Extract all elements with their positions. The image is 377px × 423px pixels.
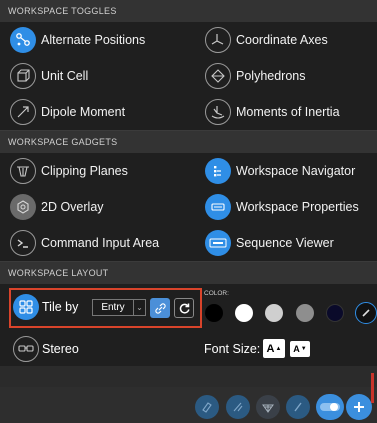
gadget-sequence-viewer[interactable]: Sequence Viewer bbox=[195, 225, 377, 261]
toggle-polyhedrons[interactable]: Polyhedrons bbox=[195, 58, 377, 94]
workspace-navigator-icon bbox=[205, 158, 231, 184]
toggle-label: Polyhedrons bbox=[236, 69, 306, 83]
swatch-white[interactable] bbox=[235, 304, 253, 322]
sequence-viewer-icon bbox=[205, 230, 231, 256]
font-size-label: Font Size: bbox=[204, 342, 261, 356]
toggles-grid: Alternate Positions Coordinate Axes Unit… bbox=[0, 22, 377, 130]
gadget-workspace-properties[interactable]: Workspace Properties bbox=[195, 189, 377, 225]
swatch-gray[interactable] bbox=[296, 304, 314, 322]
section-title-gadgets: WORKSPACE GADGETS bbox=[8, 137, 118, 147]
link-icon bbox=[154, 302, 166, 314]
color-picker-button[interactable] bbox=[355, 302, 377, 324]
toggle-unit-cell[interactable]: Unit Cell bbox=[0, 58, 195, 94]
toggle-alternate-positions[interactable]: Alternate Positions bbox=[0, 22, 195, 58]
toggle-label: Coordinate Axes bbox=[236, 33, 328, 47]
lasso-tool-button[interactable] bbox=[256, 395, 280, 419]
gadget-label: Workspace Navigator bbox=[236, 164, 356, 178]
pen-icon bbox=[233, 402, 243, 412]
section-header-toggles: WORKSPACE TOGGLES bbox=[0, 0, 377, 22]
command-input-icon bbox=[10, 230, 36, 256]
stereo-glasses-icon bbox=[18, 345, 34, 352]
toggle-label: Dipole Moment bbox=[41, 105, 126, 119]
refresh-icon bbox=[179, 303, 190, 313]
toggle-coordinate-axes[interactable]: Coordinate Axes bbox=[195, 22, 377, 58]
tile-by-toggle[interactable] bbox=[13, 294, 39, 320]
coordinate-axes-icon bbox=[205, 27, 231, 53]
visibility-toggle[interactable] bbox=[316, 394, 344, 420]
layout-row-tile: Tile by Entry ⌄ COLOR: bbox=[0, 284, 377, 332]
clipping-planes-icon bbox=[10, 158, 36, 184]
red-edge-marker bbox=[371, 373, 374, 403]
toggle-label: Alternate Positions bbox=[41, 33, 146, 47]
stereo-label: Stereo bbox=[42, 342, 79, 356]
marker-tool-button[interactable] bbox=[286, 395, 310, 419]
chevron-down-icon: ⌄ bbox=[133, 300, 145, 315]
toggle-label: Moments of Inertia bbox=[236, 105, 340, 119]
tile-grid-icon bbox=[19, 300, 33, 314]
lasso-icon bbox=[262, 404, 274, 413]
link-button[interactable] bbox=[150, 298, 170, 318]
eraser-icon bbox=[202, 402, 212, 413]
gadget-label: Sequence Viewer bbox=[236, 236, 334, 250]
caret-up-icon: ▲ bbox=[275, 345, 282, 352]
gadget-workspace-navigator[interactable]: Workspace Navigator bbox=[195, 153, 377, 189]
section-title-toggles: WORKSPACE TOGGLES bbox=[8, 6, 117, 16]
toggle-dipole-moment[interactable]: Dipole Moment bbox=[0, 94, 195, 130]
refresh-button[interactable] bbox=[174, 298, 194, 318]
pen-tool-button[interactable] bbox=[226, 395, 250, 419]
2d-overlay-icon bbox=[10, 194, 36, 220]
gadget-2d-overlay[interactable]: 2D Overlay bbox=[0, 189, 195, 225]
unit-cell-icon bbox=[10, 63, 36, 89]
layout-row-stereo: Stereo Font Size: A ▲ A ▼ bbox=[0, 332, 377, 366]
section-header-gadgets: WORKSPACE GADGETS bbox=[0, 130, 377, 153]
font-increase-button[interactable]: A ▲ bbox=[263, 339, 285, 358]
gadget-label: Command Input Area bbox=[41, 236, 160, 250]
swatch-light-gray[interactable] bbox=[265, 304, 283, 322]
pencil-icon bbox=[362, 309, 370, 317]
eraser-tool-button[interactable] bbox=[195, 395, 219, 419]
stereo-toggle[interactable] bbox=[13, 336, 39, 362]
toggle-moments-of-inertia[interactable]: Moments of Inertia bbox=[195, 94, 377, 130]
color-label: COLOR: bbox=[204, 290, 229, 297]
swatch-navy[interactable] bbox=[326, 304, 344, 322]
moments-of-inertia-icon bbox=[205, 99, 231, 125]
alternate-positions-icon bbox=[10, 27, 36, 53]
add-button[interactable] bbox=[346, 394, 372, 420]
gadgets-grid: Clipping Planes Workspace Navigator 2D O… bbox=[0, 153, 377, 261]
toggle-label: Unit Cell bbox=[41, 69, 89, 83]
polyhedrons-icon bbox=[205, 63, 231, 89]
gadget-label: Workspace Properties bbox=[236, 200, 359, 214]
tile-by-select-value: Entry bbox=[101, 302, 125, 313]
font-decrease-button[interactable]: A ▼ bbox=[290, 341, 310, 357]
tile-by-label: Tile by bbox=[42, 300, 79, 314]
swatch-black[interactable] bbox=[205, 304, 223, 322]
gadget-label: 2D Overlay bbox=[41, 200, 104, 214]
gadget-command-input-area[interactable]: Command Input Area bbox=[0, 225, 195, 261]
gadget-label: Clipping Planes bbox=[41, 164, 128, 178]
font-increase-label: A bbox=[266, 342, 275, 355]
gadget-clipping-planes[interactable]: Clipping Planes bbox=[0, 153, 195, 189]
dipole-moment-icon bbox=[10, 99, 36, 125]
section-header-layout: WORKSPACE LAYOUT bbox=[0, 261, 377, 284]
bottom-toolbar bbox=[0, 373, 377, 423]
section-title-layout: WORKSPACE LAYOUT bbox=[8, 268, 109, 278]
toggle-switch-icon bbox=[320, 403, 340, 411]
marker-icon bbox=[294, 402, 302, 412]
plus-icon bbox=[354, 402, 364, 412]
workspace-properties-icon bbox=[205, 194, 231, 220]
tile-by-select[interactable]: Entry ⌄ bbox=[92, 299, 146, 316]
font-decrease-label: A bbox=[293, 344, 300, 354]
caret-down-icon: ▼ bbox=[300, 346, 307, 352]
